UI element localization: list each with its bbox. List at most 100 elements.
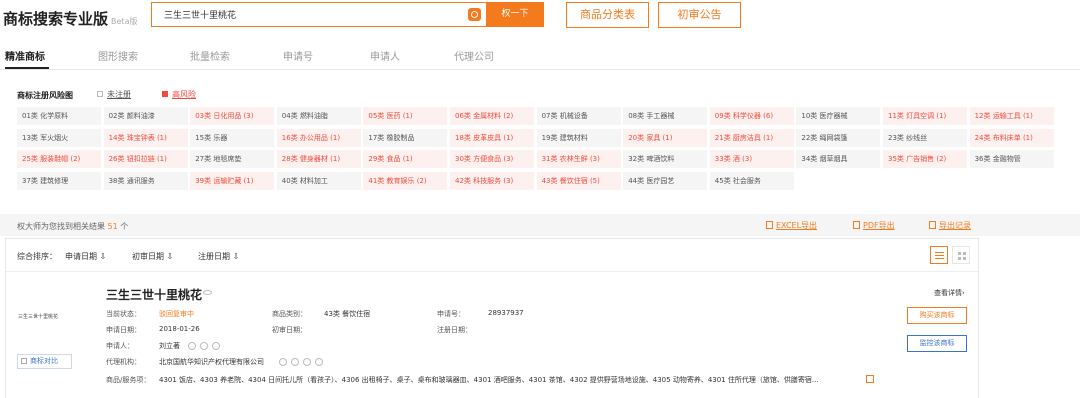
- class-cell[interactable]: 22类 绳网袋篷: [796, 128, 881, 147]
- search-icon[interactable]: [188, 342, 196, 350]
- eye-icon[interactable]: [203, 290, 212, 295]
- tab-application-no[interactable]: 申请号: [283, 48, 313, 63]
- class-cell[interactable]: 41类 教育娱乐 (2): [363, 171, 448, 190]
- tab-image-search[interactable]: 图形搜索: [98, 48, 138, 63]
- legend-high-risk[interactable]: 高风险: [162, 89, 196, 100]
- class-cell[interactable]: 06类 金属材料 (2): [450, 107, 534, 125]
- search-icon[interactable]: [279, 358, 287, 366]
- class-cell[interactable]: 43类 餐饮住宿 (5): [536, 171, 621, 190]
- trademark-name[interactable]: 三生三世十里桃花: [106, 286, 202, 303]
- status-label: 当前状态：: [106, 310, 141, 318]
- expand-icon[interactable]: [866, 375, 874, 383]
- pdf-file-icon: [853, 221, 860, 229]
- class-cell[interactable]: 30类 方便食品 (3): [450, 150, 534, 168]
- tab-agency[interactable]: 代理公司: [454, 48, 494, 63]
- class-cell[interactable]: 42类 科技服务 (3): [450, 171, 534, 190]
- sort-apply-date[interactable]: 申请日期 ⇩: [65, 251, 106, 262]
- class-cell[interactable]: 24类 布料床单 (1): [969, 128, 1054, 147]
- class-cell[interactable]: 27类 地毯席垫: [190, 150, 275, 168]
- high-risk-swatch-icon: [162, 91, 168, 97]
- apply-date-value: 2018-01-26: [159, 325, 200, 333]
- class-cell[interactable]: 10类 医疗器械: [796, 107, 881, 125]
- gazette-button[interactable]: 初审公告: [658, 2, 741, 28]
- result-prefix: 权大师为您找到相关结果: [17, 222, 105, 231]
- class-cell[interactable]: 01类 化学原料: [17, 107, 101, 125]
- class-cell[interactable]: 28类 健身器材 (1): [276, 150, 361, 168]
- class-cell[interactable]: 36类 金融物管: [969, 150, 1054, 168]
- class-cell[interactable]: 32类 啤酒饮料: [623, 150, 708, 168]
- class-cell[interactable]: 31类 农林生鲜 (3): [536, 150, 621, 168]
- class-cell[interactable]: 09类 科学仪器 (6): [709, 107, 794, 125]
- compare-checkbox[interactable]: 商标对比: [17, 354, 72, 369]
- services-label: 商品/服务项：: [106, 376, 151, 384]
- class-cell[interactable]: 40类 材料加工: [276, 171, 361, 190]
- tab-applicant[interactable]: 申请人: [370, 48, 400, 63]
- reg-no-label: 申请号：: [437, 310, 465, 318]
- class-cell[interactable]: 16类 办公用品 (1): [276, 128, 361, 147]
- alert-icon[interactable]: [212, 342, 220, 350]
- grid-icon-dot: [958, 257, 961, 260]
- class-cell[interactable]: 38类 通讯服务: [103, 171, 188, 190]
- legend-high-risk-label: 高风险: [172, 90, 196, 99]
- class-cell[interactable]: 04类 燃料油脂: [276, 107, 361, 125]
- class-cell[interactable]: 29类 食品 (1): [363, 150, 448, 168]
- search-tabs: 精准商标 图形搜索 批量检索 申请号 申请人 代理公司: [0, 40, 1080, 70]
- class-cell[interactable]: 19类 建筑材料: [536, 128, 621, 147]
- class-cell[interactable]: 20类 家具 (1): [623, 128, 708, 147]
- buy-trademark-button[interactable]: 购买该商标: [907, 307, 967, 324]
- monitor-trademark-button[interactable]: 监控该商标: [907, 335, 967, 352]
- export-log-link[interactable]: 导出记录: [929, 220, 971, 231]
- list-view-toggle[interactable]: [930, 246, 948, 264]
- tab-exact-trademark[interactable]: 精准商标: [5, 48, 45, 63]
- agency-value[interactable]: 北京国航华知识产权代理有限公司: [159, 357, 264, 367]
- legend-unregistered[interactable]: 未注册: [97, 89, 131, 100]
- camera-icon[interactable]: [468, 8, 481, 21]
- alert-icon[interactable]: [303, 358, 311, 366]
- class-cell[interactable]: 03类 日化用品 (3): [190, 107, 275, 125]
- class-cell[interactable]: 35类 广告销售 (2): [883, 150, 967, 168]
- class-cell[interactable]: 37类 建筑修理: [17, 171, 101, 190]
- class-cell[interactable]: 18类 皮革皮具 (1): [450, 128, 534, 147]
- compare-label: 商标对比: [30, 357, 58, 365]
- class-cell[interactable]: 39类 运输贮藏 (1): [190, 171, 275, 190]
- export-pdf-link[interactable]: PDF导出: [853, 220, 895, 231]
- class-cell[interactable]: 44类 医疗园艺: [623, 171, 708, 190]
- class-cell[interactable]: 05类 医药 (1): [363, 107, 448, 125]
- class-cell[interactable]: 02类 颜料油漆: [103, 107, 188, 125]
- register-date-label: 注册日期：: [437, 326, 472, 334]
- settings-icon[interactable]: [315, 358, 323, 366]
- class-cell[interactable]: 33类 酒 (3): [709, 150, 794, 168]
- class-cell[interactable]: 25类 服装鞋帽 (2): [17, 150, 101, 168]
- class-cell[interactable]: 07类 机械设备: [536, 107, 621, 125]
- class-cell[interactable]: 13类 军火烟火: [17, 128, 101, 147]
- sort-label: 综合排序：: [17, 252, 57, 261]
- shield-icon[interactable]: [291, 358, 299, 366]
- class-cell[interactable]: 14类 珠宝钟表 (1): [103, 128, 188, 147]
- export-excel-link[interactable]: EXCEL导出: [766, 220, 817, 231]
- search-input[interactable]: [164, 7, 454, 22]
- shield-icon[interactable]: [200, 342, 208, 350]
- class-cell[interactable]: 11类 灯具空调 (1): [883, 107, 967, 125]
- tab-batch-search[interactable]: 批量检索: [190, 48, 230, 63]
- class-table-button[interactable]: 商品分类表: [566, 2, 649, 28]
- class-cell[interactable]: 21类 厨房洁具 (1): [709, 128, 794, 147]
- class-cell[interactable]: 12类 运输工具 (1): [969, 107, 1054, 125]
- sort-register-date[interactable]: 注册日期 ⇩: [198, 251, 239, 262]
- sort-trial-date[interactable]: 初审日期 ⇩: [132, 251, 173, 262]
- class-cell[interactable]: 17类 橡胶制品: [363, 128, 448, 147]
- app-logo[interactable]: 商标搜索专业版 Beta版: [3, 8, 137, 29]
- trademark-image[interactable]: 三生三世十里桃花: [18, 313, 58, 320]
- class-cell[interactable]: 23类 纱线丝: [883, 128, 967, 147]
- class-cell[interactable]: 34类 烟草烟具: [796, 150, 881, 168]
- grid-view-toggle[interactable]: [952, 246, 970, 264]
- search-button[interactable]: 权一下: [486, 2, 544, 27]
- class-cell[interactable]: 45类 社会服务: [709, 171, 794, 190]
- class-cell[interactable]: 08类 手工器械: [623, 107, 708, 125]
- class-cell[interactable]: 15类 乐器: [190, 128, 275, 147]
- reg-no-value: 28937937: [488, 309, 524, 317]
- view-detail-link[interactable]: 查看详情›: [934, 288, 965, 298]
- legend-unregistered-label: 未注册: [107, 90, 131, 99]
- export-excel-label: EXCEL导出: [776, 221, 818, 230]
- applicant-value[interactable]: 刘立著: [159, 341, 180, 351]
- class-cell[interactable]: 26类 钮扣拉链 (1): [103, 150, 188, 168]
